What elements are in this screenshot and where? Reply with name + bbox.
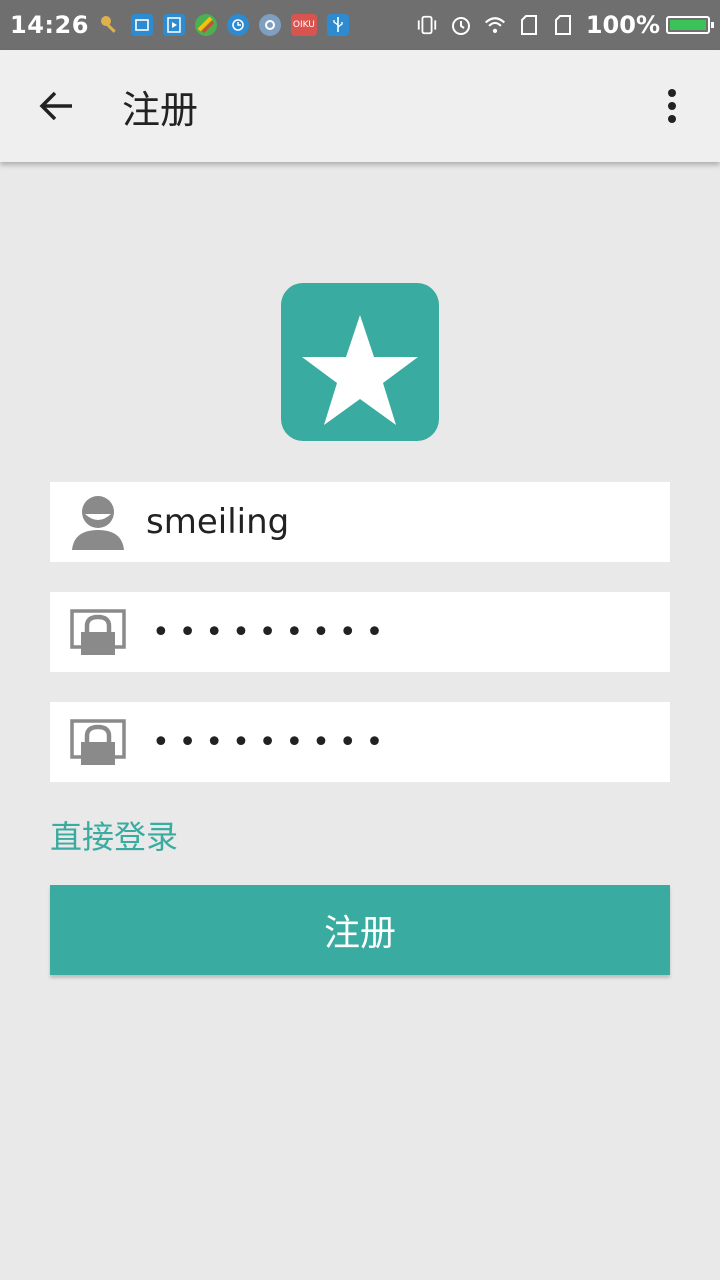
password-value: ••••••••• bbox=[152, 614, 393, 650]
battery-percentage: 100% bbox=[585, 11, 660, 39]
battery-icon bbox=[666, 16, 714, 34]
star-icon bbox=[302, 315, 418, 425]
vibrate-icon bbox=[416, 14, 438, 36]
maps-icon bbox=[194, 14, 217, 36]
register-button[interactable]: 注册 bbox=[50, 885, 670, 975]
app-logo bbox=[281, 283, 439, 441]
key-icon bbox=[99, 14, 121, 36]
oiku-icon: OIKU bbox=[290, 14, 317, 36]
system-icons: 100% bbox=[404, 11, 714, 39]
settings-icon bbox=[258, 14, 281, 36]
confirm-password-value: ••••••••• bbox=[152, 724, 393, 760]
lock-icon bbox=[66, 600, 130, 664]
overflow-menu-button[interactable] bbox=[652, 78, 692, 134]
sim1-icon bbox=[518, 14, 540, 36]
arrow-back-icon bbox=[39, 91, 72, 121]
status-bar: 14:26 OIKU 100% bbox=[0, 0, 720, 50]
lock-icon bbox=[66, 710, 130, 774]
alarm-icon bbox=[450, 14, 472, 36]
notification-icons: OIKU bbox=[99, 14, 359, 36]
back-button[interactable] bbox=[28, 78, 84, 134]
status-time: 14:26 bbox=[10, 11, 89, 39]
usb-icon bbox=[326, 14, 349, 36]
wifi-icon bbox=[484, 14, 506, 36]
user-avatar-icon bbox=[66, 490, 130, 554]
username-value: smeiling bbox=[146, 502, 290, 542]
sim2-icon bbox=[552, 14, 574, 36]
sync-icon bbox=[226, 14, 249, 36]
app-bar: 注册 bbox=[0, 50, 720, 162]
media-icon bbox=[162, 14, 185, 36]
password-field[interactable]: ••••••••• bbox=[50, 592, 670, 672]
confirm-password-field[interactable]: ••••••••• bbox=[50, 702, 670, 782]
username-field[interactable]: smeiling bbox=[50, 482, 670, 562]
screenshot-icon bbox=[130, 14, 153, 36]
login-link[interactable]: 直接登录 bbox=[50, 812, 178, 858]
more-vert-icon bbox=[668, 89, 676, 123]
page-title: 注册 bbox=[122, 87, 199, 132]
